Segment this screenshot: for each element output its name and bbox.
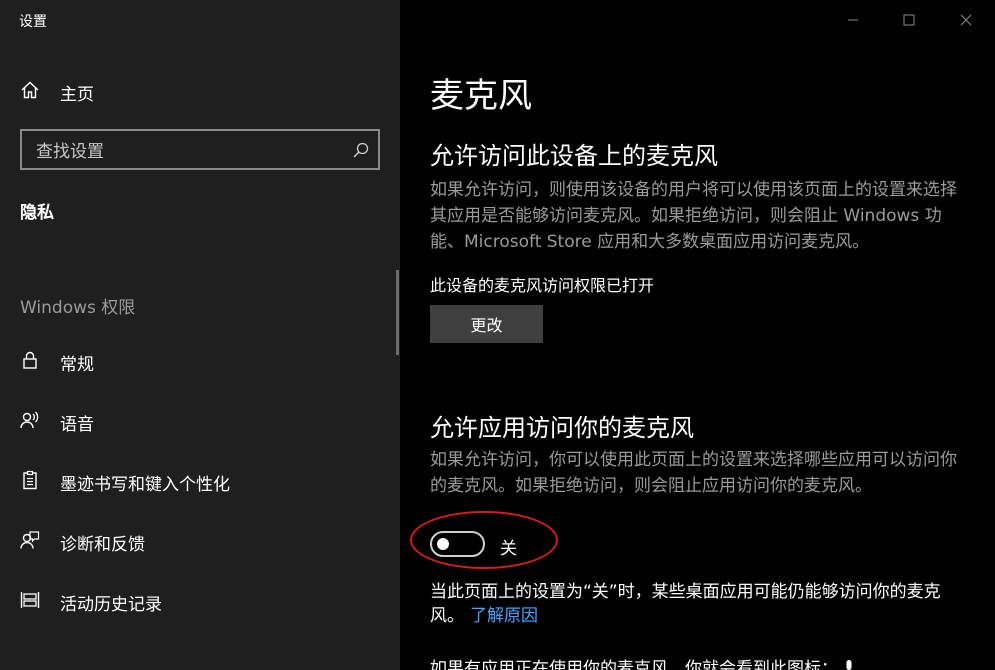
sidebar-item-speech[interactable]: 语音 bbox=[20, 409, 380, 435]
mic-in-use-text: 如果有应用正在使用你的麦克风，你就会看到此图标： bbox=[430, 659, 838, 670]
section-heading: Windows 权限 bbox=[20, 298, 136, 318]
home-icon bbox=[20, 80, 40, 104]
lock-icon bbox=[20, 350, 40, 374]
learn-why-link[interactable]: 了解原因 bbox=[470, 606, 538, 626]
home-label: 主页 bbox=[60, 84, 94, 105]
sidebar-item-label: 语音 bbox=[60, 414, 94, 435]
maximize-icon bbox=[903, 14, 915, 26]
sidebar-scrollbar[interactable] bbox=[396, 270, 399, 355]
sidebar: 设置 主页 查找设置 隐私 Windows 权限 常规 语音 墨迹书写和键入个性… bbox=[0, 0, 400, 670]
close-icon bbox=[960, 14, 972, 26]
app-access-heading: 允许应用访问你的麦克风 bbox=[430, 414, 694, 442]
sidebar-item-label: 墨迹书写和键入个性化 bbox=[60, 474, 230, 495]
toggle-knob bbox=[437, 538, 449, 550]
feedback-icon bbox=[20, 530, 40, 554]
clipboard-icon bbox=[20, 470, 40, 494]
mic-in-use-note: 如果有应用正在使用你的麦克风，你就会看到此图标： bbox=[430, 654, 855, 670]
minimize-icon bbox=[848, 19, 858, 21]
page-title: 麦克风 bbox=[430, 76, 532, 116]
maximize-button[interactable] bbox=[896, 8, 922, 32]
sidebar-item-label: 诊断和反馈 bbox=[60, 534, 145, 555]
sidebar-item-activity-history[interactable]: 活动历史记录 bbox=[20, 589, 380, 615]
timeline-icon bbox=[20, 590, 40, 614]
close-button[interactable] bbox=[953, 8, 979, 32]
current-category-title: 隐私 bbox=[20, 203, 54, 223]
speech-icon bbox=[20, 410, 40, 434]
sidebar-item-label: 活动历史记录 bbox=[60, 594, 162, 615]
sidebar-item-label: 常规 bbox=[60, 354, 94, 375]
search-icon[interactable] bbox=[344, 141, 378, 159]
home-nav-item[interactable]: 主页 bbox=[20, 80, 94, 105]
change-button[interactable]: 更改 bbox=[430, 305, 543, 343]
sidebar-item-general[interactable]: 常规 bbox=[20, 349, 380, 375]
device-access-description: 如果允许访问，则使用该设备的用户将可以使用该页面上的设置来选择其应用是否能够访问… bbox=[430, 180, 957, 252]
desktop-apps-note: 当此页面上的设置为“关”时，某些桌面应用可能仍能够访问你的麦克风。 了解原因 bbox=[430, 580, 970, 628]
search-box[interactable]: 查找设置 bbox=[20, 129, 380, 170]
sidebar-item-diagnostics[interactable]: 诊断和反馈 bbox=[20, 529, 380, 555]
device-access-heading: 允许访问此设备上的麦克风 bbox=[430, 142, 718, 170]
app-title: 设置 bbox=[19, 14, 47, 30]
microphone-icon bbox=[846, 660, 852, 670]
app-access-description: 如果允许访问，你可以使用此页面上的设置来选择哪些应用可以访问你的麦克风。如果拒绝… bbox=[430, 450, 957, 496]
device-access-status: 此设备的麦克风访问权限已打开 bbox=[430, 276, 655, 295]
main-pane: 麦克风 允许访问此设备上的麦克风 如果允许访问，则使用该设备的用户将可以使用该页… bbox=[400, 0, 995, 670]
toggle-state-label: 关 bbox=[500, 539, 517, 559]
sidebar-item-inking-typing[interactable]: 墨迹书写和键入个性化 bbox=[20, 469, 380, 495]
app-access-toggle[interactable] bbox=[430, 531, 485, 557]
minimize-button[interactable] bbox=[840, 8, 866, 32]
search-input[interactable]: 查找设置 bbox=[36, 137, 344, 162]
